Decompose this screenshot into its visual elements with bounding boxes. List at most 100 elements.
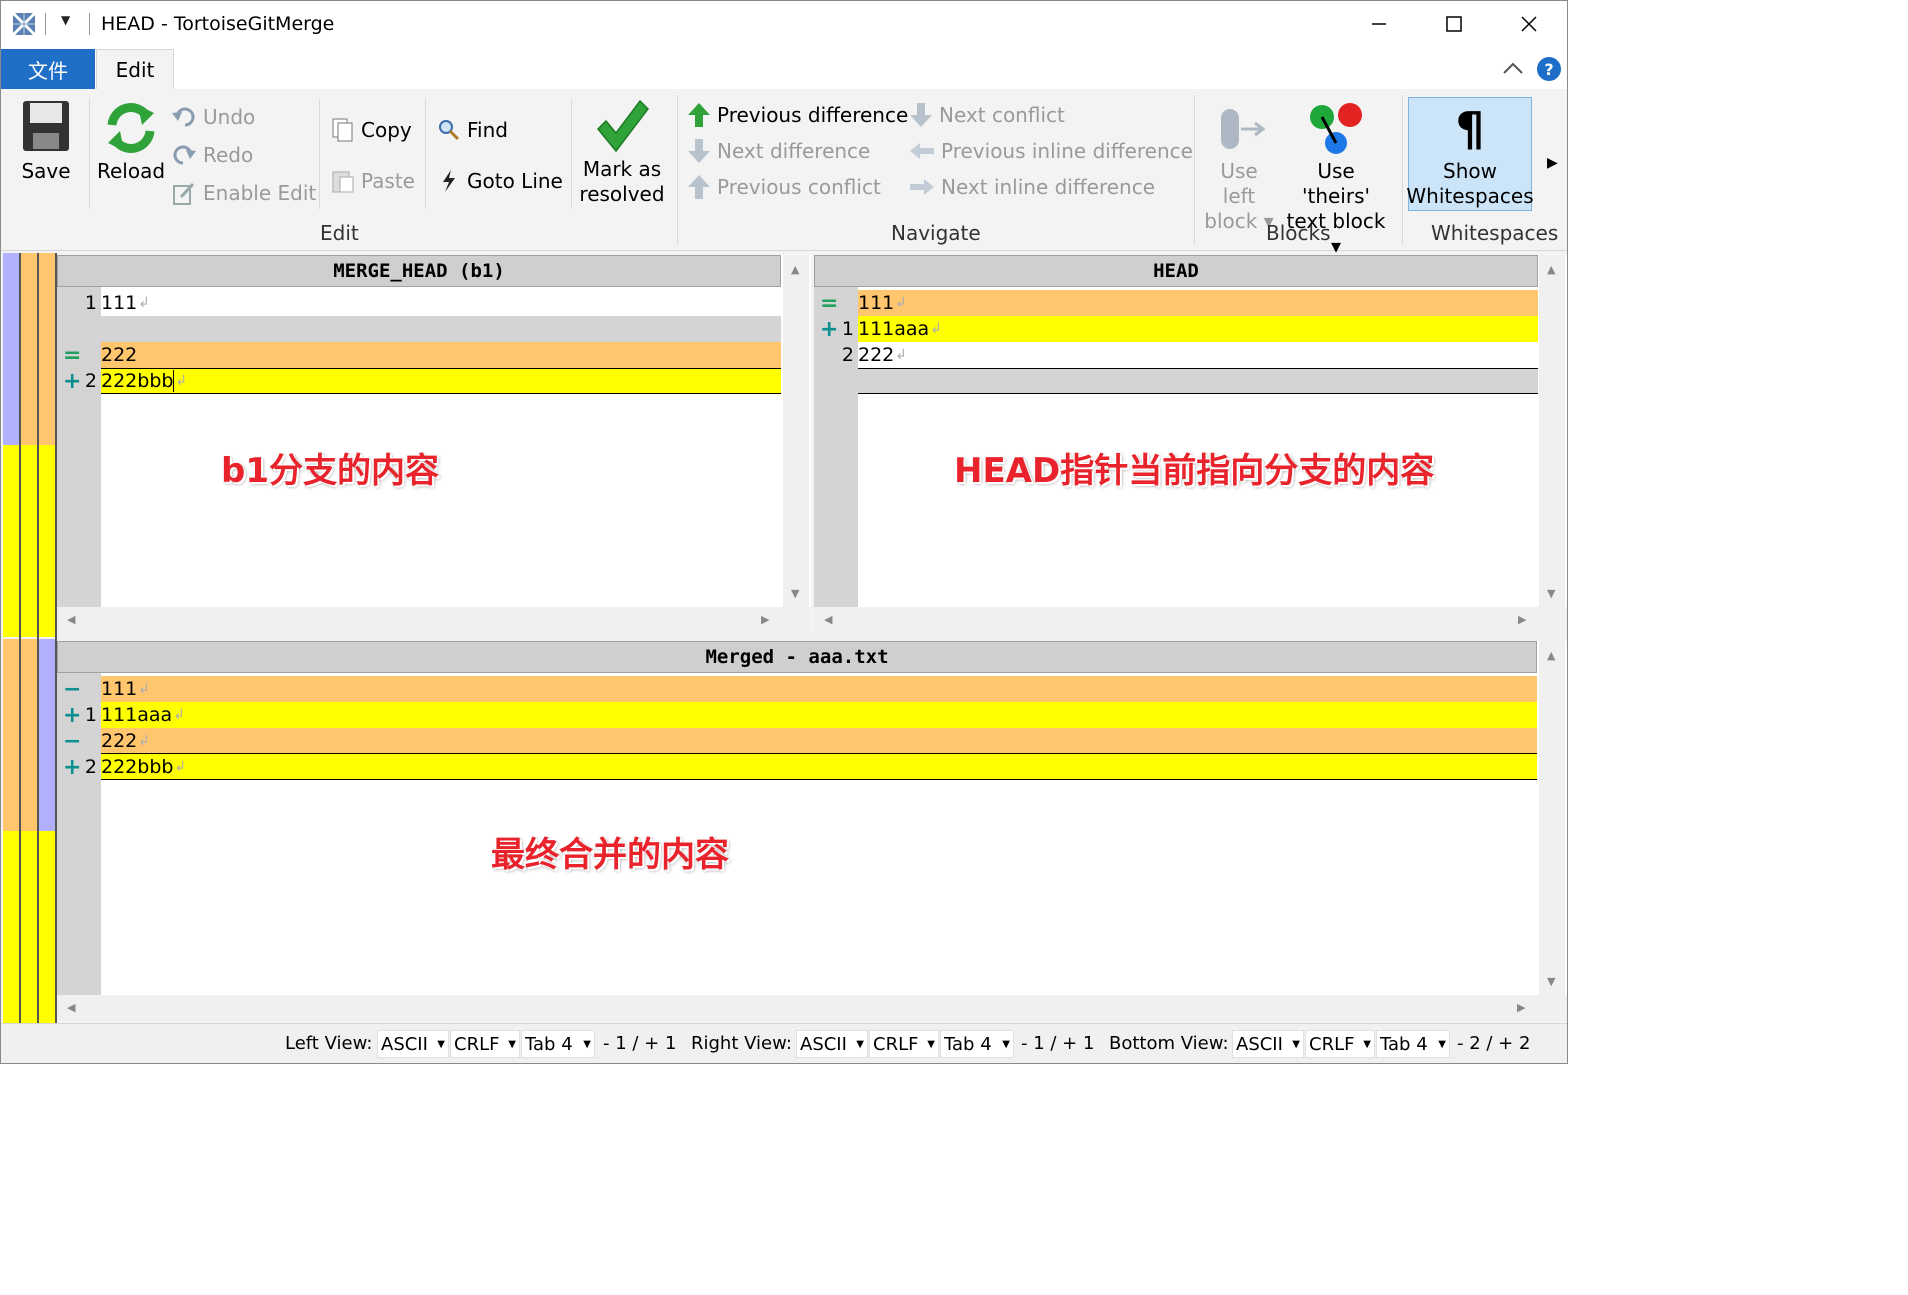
left-horizontal-scrollbar[interactable]: ◀ ▶ <box>57 607 811 633</box>
scroll-up-icon[interactable]: ▲ <box>1547 263 1555 276</box>
bottom-pane-merged[interactable]: Merged - aaa.txt − 111 ↲ +1 111aaa ↲ − 222… <box>57 641 1567 1021</box>
reload-button[interactable]: Reload <box>95 99 167 184</box>
right-eol-dropdown[interactable]: CRLF ▼ <box>869 1030 939 1058</box>
line-text: 222bbb <box>101 370 174 392</box>
line-text: 111 <box>858 292 895 314</box>
minus-marker: − <box>63 728 82 754</box>
bottom-vertical-scrollbar[interactable]: ▲ ▼ <box>1539 641 1565 995</box>
chevron-down-icon: ▼ <box>1438 1039 1446 1050</box>
location-bar[interactable] <box>1 253 57 1023</box>
left-diff-count: - 1 / + 1 <box>603 1033 677 1054</box>
left-view-label: Left View: <box>285 1033 373 1054</box>
right-view-label: Right View: <box>691 1033 792 1054</box>
right-line-empty[interactable] <box>814 368 1538 394</box>
merged-line-1[interactable]: +1 111aaa ↲ <box>57 702 1537 728</box>
chevron-down-icon: ▼ <box>1363 1039 1371 1050</box>
right-vertical-scrollbar[interactable]: ▲ ▼ <box>1539 255 1565 607</box>
use-left-block-icon <box>1221 109 1266 149</box>
save-button[interactable]: Save <box>15 99 77 184</box>
bottom-encoding-dropdown[interactable]: ASCII ▼ <box>1232 1030 1304 1058</box>
horizontal-splitter[interactable] <box>57 633 1567 641</box>
redo-button[interactable]: Redo <box>171 140 253 170</box>
merged-line-2[interactable]: +2 222bbb ↲ <box>57 754 1537 780</box>
undo-button[interactable]: Undo <box>171 102 255 132</box>
scroll-left-icon[interactable]: ◀ <box>67 613 75 626</box>
collapse-ribbon-icon[interactable] <box>1501 57 1525 79</box>
line-text: 222 <box>101 344 138 366</box>
left-encoding-dropdown[interactable]: ASCII ▼ <box>377 1030 449 1058</box>
scroll-down-icon[interactable]: ▼ <box>1547 975 1555 988</box>
scroll-right-icon[interactable]: ▶ <box>1517 1001 1525 1014</box>
right-line-1[interactable]: +1 111aaa ↲ <box>814 316 1538 342</box>
chevron-down-icon: ▼ <box>583 1039 591 1050</box>
right-pane-header: HEAD <box>814 255 1538 287</box>
scroll-right-icon[interactable]: ▶ <box>761 613 769 626</box>
left-eol-dropdown[interactable]: CRLF ▼ <box>450 1030 520 1058</box>
quick-access-dropdown-icon[interactable]: ▼ <box>61 13 70 27</box>
left-tab-dropdown[interactable]: Tab 4 ▼ <box>521 1030 595 1058</box>
previous-conflict-button[interactable]: Previous conflict <box>687 172 881 202</box>
chevron-down-icon: ▼ <box>927 1039 935 1050</box>
left-line-conflict[interactable]: = 222 <box>57 342 781 368</box>
previous-difference-button[interactable]: Previous difference <box>687 100 908 130</box>
paste-button[interactable]: Paste <box>331 166 415 196</box>
dropdown-value: ASCII <box>1236 1033 1283 1055</box>
right-line-conflict[interactable]: = 111 ↲ <box>814 290 1538 316</box>
previous-inline-difference-button[interactable]: Previous inline difference <box>909 136 1193 166</box>
app-icon[interactable] <box>11 11 37 37</box>
bottom-eol-dropdown[interactable]: CRLF ▼ <box>1305 1030 1375 1058</box>
ribbon-scroll-right-icon[interactable]: ▶ <box>1547 155 1558 171</box>
merged-line-removed-2[interactable]: − 222 ↲ <box>57 728 1537 754</box>
left-line-empty[interactable] <box>57 316 781 342</box>
goto-line-button[interactable]: Goto Line <box>437 166 563 196</box>
group-label-whitespaces: Whitespaces <box>1431 221 1559 245</box>
close-button[interactable] <box>1491 1 1566 47</box>
tab-edit[interactable]: Edit <box>96 49 174 90</box>
scroll-down-icon[interactable]: ▼ <box>791 587 799 600</box>
maximize-button[interactable] <box>1416 1 1491 47</box>
bottom-tab-dropdown[interactable]: Tab 4 ▼ <box>1376 1030 1450 1058</box>
close-icon <box>1520 16 1537 32</box>
bottom-horizontal-scrollbar[interactable]: ◀ ▶ <box>57 995 1567 1021</box>
show-whitespaces-button[interactable]: ¶ Show Whitespaces <box>1406 101 1533 209</box>
redo-label: Redo <box>203 143 254 167</box>
scroll-up-icon[interactable]: ▲ <box>791 263 799 276</box>
line-text: 111 <box>101 292 138 314</box>
undo-icon <box>172 107 195 127</box>
merged-line-removed-1[interactable]: − 111 ↲ <box>57 676 1537 702</box>
use-left-block-button[interactable]: Use left block ▾ <box>1201 101 1277 234</box>
scroll-up-icon[interactable]: ▲ <box>1547 649 1555 662</box>
scroll-right-icon[interactable]: ▶ <box>1518 613 1526 626</box>
right-tab-dropdown[interactable]: Tab 4 ▼ <box>940 1030 1014 1058</box>
title-separator <box>89 13 90 35</box>
next-conflict-button[interactable]: Next conflict <box>909 100 1065 130</box>
find-button[interactable]: Find <box>437 115 508 145</box>
arrow-left-gray-icon <box>910 143 934 159</box>
right-encoding-dropdown[interactable]: ASCII ▼ <box>796 1030 868 1058</box>
left-line-2[interactable]: +2 222bbb ↲ <box>57 368 781 394</box>
mark-as-resolved-button[interactable]: Mark as resolved <box>579 97 665 207</box>
left-vertical-scrollbar[interactable]: ▲ ▼ <box>783 255 809 607</box>
help-icon[interactable]: ? <box>1537 57 1561 81</box>
right-horizontal-scrollbar[interactable]: ◀ ▶ <box>814 607 1567 633</box>
scroll-left-icon[interactable]: ◀ <box>824 613 832 626</box>
scroll-left-icon[interactable]: ◀ <box>67 1001 75 1014</box>
right-line-2[interactable]: 2 222 ↲ <box>814 342 1538 368</box>
plus-marker: + <box>63 754 82 780</box>
left-line-1[interactable]: 1 111 ↲ <box>57 290 781 316</box>
scroll-down-icon[interactable]: ▼ <box>1547 587 1555 600</box>
dropdown-value: ASCII <box>800 1033 847 1055</box>
enable-edit-button[interactable]: Enable Edit <box>171 178 316 208</box>
magnifier-icon <box>439 120 460 141</box>
right-pane-head[interactable]: HEAD = 111 ↲ +1 111aaa ↲ 2 222 ↲ HEAD指针当前指向… <box>814 255 1567 633</box>
status-bar: Left View: ASCII ▼ CRLF ▼ Tab 4 ▼ - 1 / + 1… <box>1 1023 1567 1063</box>
left-pane-merge-head[interactable]: MERGE_HEAD (b1) 1 111 ↲ = 222 +2 222bbb ↲ … <box>57 255 811 633</box>
ribbon: Save Reload Undo Redo Enable Edit Copy P… <box>1 89 1567 258</box>
mark-resolved-line1: Mark as <box>582 157 662 181</box>
arrow-up-green-icon <box>688 103 710 127</box>
tab-file[interactable]: 文件 <box>1 49 95 89</box>
next-difference-button[interactable]: Next difference <box>687 136 870 166</box>
next-inline-difference-button[interactable]: Next inline difference <box>909 172 1155 202</box>
copy-button[interactable]: Copy <box>331 115 412 145</box>
minimize-button[interactable] <box>1341 1 1416 47</box>
